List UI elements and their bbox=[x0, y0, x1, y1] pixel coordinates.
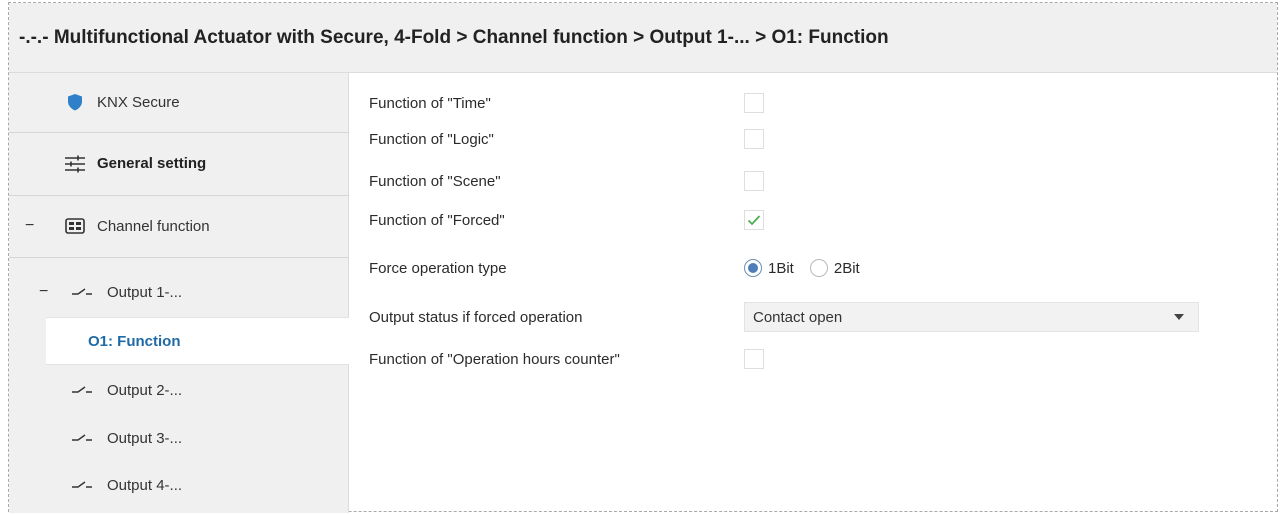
sidebar-item-label: General setting bbox=[97, 155, 207, 172]
time-checkbox[interactable] bbox=[744, 93, 764, 113]
switch-icon bbox=[71, 433, 93, 443]
breadcrumb: -.-.- Multifunctional Actuator with Secu… bbox=[19, 26, 889, 48]
sidebar-item-label: KNX Secure bbox=[97, 93, 180, 111]
sidebar-item-o1-function[interactable]: O1: Function bbox=[46, 317, 350, 365]
switch-icon bbox=[71, 480, 93, 490]
hours-counter-checkbox[interactable] bbox=[744, 349, 764, 369]
sidebar-item-label: Output 2-... bbox=[107, 381, 183, 399]
sidebar-item-label: Output 3-... bbox=[107, 429, 183, 447]
scene-checkbox[interactable] bbox=[744, 171, 764, 191]
radio-1bit[interactable] bbox=[744, 259, 762, 277]
chevron-down-icon bbox=[1174, 314, 1184, 320]
collapse-icon[interactable]: − bbox=[25, 217, 34, 235]
radio-2bit-label: 2Bit bbox=[833, 259, 860, 277]
forced-checkbox[interactable] bbox=[744, 210, 764, 230]
param-label: Output status if forced operation bbox=[369, 308, 583, 326]
sidebar-item-label: Channel function bbox=[97, 217, 210, 235]
sidebar: KNX Secure General setting − Channel fun… bbox=[9, 73, 350, 513]
sidebar-item-output-2[interactable]: Output 2-... bbox=[9, 367, 349, 413]
param-label: Function of "Scene" bbox=[369, 172, 501, 190]
param-row-force-type: Force operation type 1Bit 2Bit bbox=[369, 255, 860, 281]
sliders-icon bbox=[64, 155, 86, 173]
param-label: Function of "Logic" bbox=[369, 130, 494, 148]
param-row-time: Function of "Time" bbox=[369, 91, 764, 115]
divider bbox=[9, 257, 349, 258]
param-label: Function of "Time" bbox=[369, 94, 491, 112]
sidebar-item-label: O1: Function bbox=[88, 332, 181, 350]
sidebar-item-output-1[interactable]: − Output 1-... bbox=[9, 268, 349, 316]
param-label: Function of "Operation hours counter" bbox=[369, 350, 620, 368]
window-frame: -.-.- Multifunctional Actuator with Secu… bbox=[8, 2, 1278, 513]
parameter-panel: Function of "Time" Function of "Logic" F… bbox=[349, 73, 1277, 511]
param-row-logic: Function of "Logic" bbox=[369, 127, 764, 151]
param-row-forced: Function of "Forced" bbox=[369, 208, 764, 232]
collapse-icon[interactable]: − bbox=[39, 283, 48, 301]
sidebar-item-channel-function[interactable]: − Channel function bbox=[9, 196, 349, 256]
output-status-dropdown[interactable]: Contact open bbox=[744, 302, 1199, 332]
param-row-scene: Function of "Scene" bbox=[369, 169, 764, 193]
param-row-output-status: Output status if forced operation Contac… bbox=[369, 302, 1199, 332]
logic-checkbox[interactable] bbox=[744, 129, 764, 149]
switch-icon bbox=[71, 287, 93, 297]
sidebar-item-output-4[interactable]: Output 4-... bbox=[9, 462, 349, 508]
param-label: Function of "Forced" bbox=[369, 211, 505, 229]
sidebar-item-general-setting[interactable]: General setting bbox=[9, 133, 349, 194]
sidebar-item-label: Output 1-... bbox=[107, 283, 183, 301]
sidebar-item-knx-secure[interactable]: KNX Secure bbox=[9, 73, 349, 131]
param-row-hours-counter: Function of "Operation hours counter" bbox=[369, 347, 764, 371]
param-label: Force operation type bbox=[369, 259, 507, 277]
radio-1bit-label: 1Bit bbox=[768, 259, 794, 277]
force-type-radio-group: 1Bit 2Bit bbox=[744, 259, 860, 277]
breadcrumb-header: -.-.- Multifunctional Actuator with Secu… bbox=[9, 3, 1277, 73]
dropdown-value: Contact open bbox=[753, 308, 843, 326]
shield-icon bbox=[67, 93, 83, 111]
radio-2bit[interactable] bbox=[809, 259, 828, 277]
checkmark-icon bbox=[747, 215, 761, 226]
sidebar-item-label: Output 4-... bbox=[107, 476, 183, 494]
grid-icon bbox=[65, 218, 85, 234]
switch-icon bbox=[71, 385, 93, 395]
sidebar-item-output-3[interactable]: Output 3-... bbox=[9, 415, 349, 461]
